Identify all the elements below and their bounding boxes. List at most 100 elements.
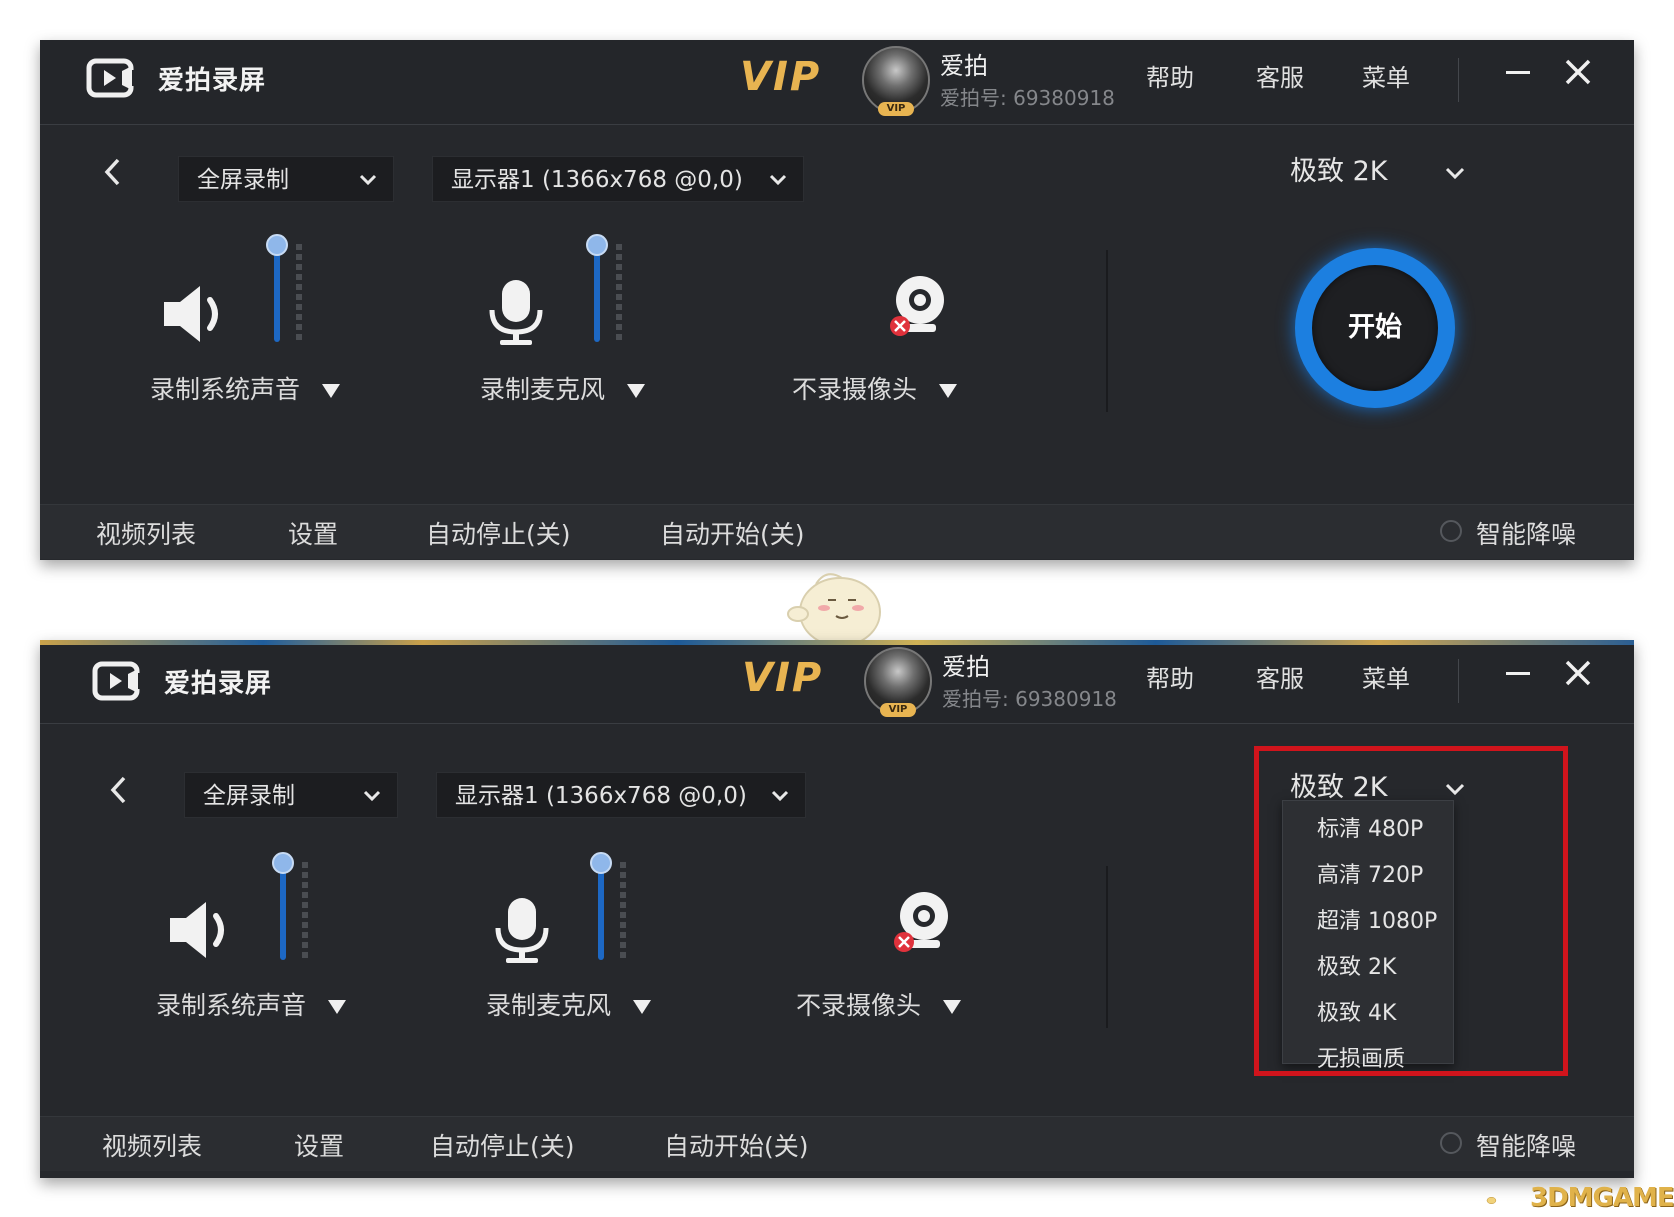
record-logo-icon [86, 58, 134, 98]
microphone-icon[interactable] [484, 892, 560, 968]
microphone-level-meter [620, 862, 626, 960]
microphone-volume-knob[interactable] [586, 234, 608, 256]
avatar-vip-badge: VIP [878, 102, 914, 116]
minimize-icon[interactable] [1498, 653, 1538, 693]
user-name: 爱拍 [942, 653, 990, 681]
menu-button[interactable]: 菜单 [1362, 58, 1410, 93]
microphone-label: 录制麦克风 [486, 991, 612, 1020]
help-button[interactable]: 帮助 [1146, 58, 1194, 93]
mode-select[interactable]: 全屏录制 [184, 772, 398, 818]
chevron-down-icon [359, 174, 377, 186]
back-chevron-icon[interactable] [98, 152, 128, 192]
app-title: 爱拍录屏 [164, 669, 273, 699]
video-list-button[interactable]: 视频列表 [102, 1127, 202, 1163]
triangle-down-icon [633, 1000, 652, 1014]
service-button[interactable]: 客服 [1256, 659, 1304, 694]
quality-dropdown-menu: 标清 480P 高清 720P 超清 1080P 极致 2K 极致 4K 无损画… [1282, 800, 1454, 1072]
speaker-icon[interactable] [156, 276, 232, 352]
vertical-divider [1106, 866, 1108, 1028]
noise-reduction-radio[interactable] [1440, 1132, 1462, 1154]
system-audio-option[interactable]: 录制系统声音 [156, 986, 347, 1022]
quality-option-720p[interactable]: 高清 720P [1317, 857, 1423, 889]
settings-button[interactable]: 设置 [288, 515, 338, 551]
speaker-icon[interactable] [162, 892, 238, 968]
quality-option-lossless[interactable]: 无损画质 [1317, 1041, 1405, 1073]
webcam-disabled-icon[interactable] [886, 886, 962, 962]
minimize-icon[interactable] [1498, 52, 1538, 92]
triangle-down-icon [322, 384, 341, 398]
triangle-down-icon [943, 1000, 962, 1014]
quality-select-value: 极致 2K [1290, 156, 1388, 187]
watermark-text: 3DMGAME [1530, 1183, 1674, 1213]
vip-logo[interactable]: VIP [740, 54, 821, 100]
auto-start-button[interactable]: 自动开始(关) [660, 515, 805, 551]
mode-select[interactable]: 全屏录制 [178, 156, 394, 202]
vip-logo[interactable]: VIP [742, 655, 823, 701]
quality-option-2k[interactable]: 极致 2K [1317, 949, 1396, 981]
quality-option-480p[interactable]: 标清 480P [1317, 811, 1423, 843]
webcam-disabled-icon[interactable] [882, 270, 958, 346]
microphone-option[interactable]: 录制麦克风 [480, 370, 646, 406]
display-select[interactable]: 显示器1 (1366x768 @0,0) [436, 772, 806, 818]
system-audio-volume-knob[interactable] [266, 234, 288, 256]
system-audio-label: 录制系统声音 [156, 991, 307, 1020]
record-logo-icon [92, 661, 140, 701]
chevron-down-icon [771, 790, 789, 802]
triangle-down-icon [328, 1000, 347, 1014]
video-list-button[interactable]: 视频列表 [96, 515, 196, 551]
watermark-mascot-icon [1486, 1197, 1497, 1204]
avatar-vip-badge: VIP [880, 703, 916, 717]
system-audio-volume-slider[interactable] [274, 244, 280, 342]
title-separator [1458, 659, 1459, 703]
camera-option[interactable]: 不录摄像头 [792, 370, 958, 406]
display-select-value: 显示器1 (1366x768 @0,0) [451, 167, 743, 193]
microphone-volume-knob[interactable] [590, 852, 612, 874]
triangle-down-icon [627, 384, 646, 398]
quality-option-4k[interactable]: 极致 4K [1317, 995, 1396, 1027]
display-select[interactable]: 显示器1 (1366x768 @0,0) [432, 156, 804, 202]
system-audio-label: 录制系统声音 [150, 375, 301, 404]
quality-option-1080p[interactable]: 超清 1080P [1317, 903, 1437, 935]
title-bar: 爱拍录屏 VIP VIP 爱拍 爱拍号: 69380918 帮助 客服 菜单 [40, 645, 1634, 724]
app-window-default: 爱拍录屏 VIP VIP 爱拍 爱拍号: 69380918 帮助 客服 菜单 全… [40, 40, 1634, 560]
microphone-icon[interactable] [478, 274, 554, 350]
noise-reduction-label[interactable]: 智能降噪 [1476, 515, 1576, 551]
camera-label: 不录摄像头 [792, 375, 918, 404]
settings-button[interactable]: 设置 [294, 1127, 344, 1163]
quality-select-value: 极致 2K [1290, 772, 1388, 803]
microphone-level-meter [616, 244, 622, 342]
close-icon[interactable] [1558, 653, 1598, 693]
title-separator [1458, 58, 1459, 102]
user-name: 爱拍 [940, 52, 988, 80]
microphone-label: 录制麦克风 [480, 375, 606, 404]
display-select-value: 显示器1 (1366x768 @0,0) [455, 783, 747, 809]
system-audio-volume-slider[interactable] [280, 862, 286, 960]
start-record-button[interactable]: 开始 [1295, 248, 1455, 408]
chevron-down-icon [1445, 167, 1465, 180]
system-audio-level-meter [296, 244, 302, 342]
microphone-volume-slider[interactable] [598, 862, 604, 960]
system-audio-volume-knob[interactable] [272, 852, 294, 874]
camera-label: 不录摄像头 [796, 991, 922, 1020]
chevron-down-icon [363, 790, 381, 802]
back-chevron-icon[interactable] [104, 770, 134, 810]
camera-option[interactable]: 不录摄像头 [796, 986, 962, 1022]
close-icon[interactable] [1558, 52, 1598, 92]
microphone-volume-slider[interactable] [594, 244, 600, 342]
vertical-divider [1106, 250, 1108, 412]
service-button[interactable]: 客服 [1256, 58, 1304, 93]
auto-start-button[interactable]: 自动开始(关) [664, 1127, 809, 1163]
noise-reduction-radio[interactable] [1440, 520, 1462, 542]
auto-stop-button[interactable]: 自动停止(关) [426, 515, 571, 551]
chevron-down-icon [769, 174, 787, 186]
system-audio-option[interactable]: 录制系统声音 [150, 370, 341, 406]
help-button[interactable]: 帮助 [1146, 659, 1194, 694]
user-id: 爱拍号: 69380918 [942, 687, 1117, 711]
chevron-down-icon [1445, 783, 1465, 796]
noise-reduction-label[interactable]: 智能降噪 [1476, 1127, 1576, 1163]
microphone-option[interactable]: 录制麦克风 [486, 986, 652, 1022]
auto-stop-button[interactable]: 自动停止(关) [430, 1127, 575, 1163]
quality-select[interactable]: 极致 2K [1290, 150, 1470, 194]
menu-button[interactable]: 菜单 [1362, 659, 1410, 694]
title-bar: 爱拍录屏 VIP VIP 爱拍 爱拍号: 69380918 帮助 客服 菜单 [40, 40, 1634, 125]
